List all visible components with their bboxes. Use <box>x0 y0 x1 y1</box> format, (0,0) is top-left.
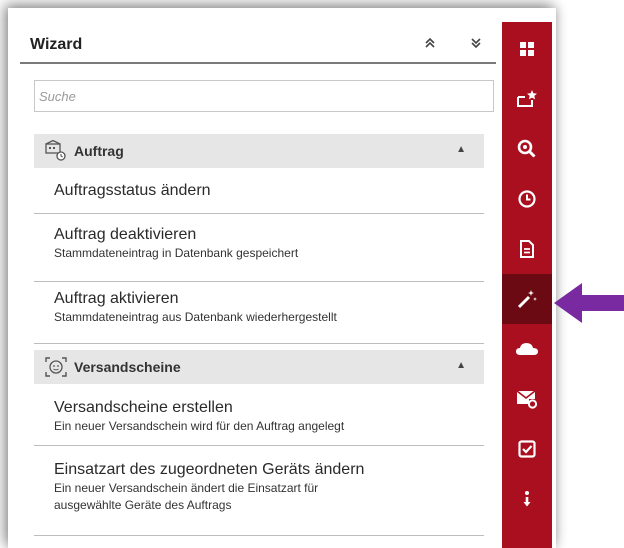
item-subtitle: Stammdateneintrag in Datenbank gespeiche… <box>54 246 299 260</box>
sidebar-item-cloud[interactable] <box>502 324 552 374</box>
sidebar-item-documents[interactable] <box>502 224 552 274</box>
item-subtitle: Ein neuer Versandschein ändert die Einsa… <box>54 481 319 495</box>
double-chevron-up-icon <box>425 37 435 48</box>
wizard-item[interactable]: Versandscheine erstellen Ein neuer Versa… <box>34 384 484 446</box>
document-icon <box>520 240 534 258</box>
sidebar-item-favorites[interactable] <box>502 74 552 124</box>
collapse-all-button[interactable] <box>420 32 440 54</box>
collapse-section-button[interactable]: ▲ <box>456 360 466 371</box>
collapse-section-button[interactable]: ▲ <box>456 144 466 155</box>
history-clock-icon <box>518 190 536 208</box>
item-subtitle: Stammdateneintrag aus Datenbank wiederhe… <box>54 310 337 324</box>
pointer-arrow-icon <box>554 283 624 323</box>
cloud-icon <box>516 343 538 355</box>
sidebar-item-dashboard[interactable] <box>502 24 552 74</box>
item-title: Auftrag aktivieren <box>54 290 179 307</box>
wizard-title: Wizard <box>30 36 83 53</box>
wizard-item[interactable]: Auftrag aktivieren Stammdateneintrag aus… <box>34 282 484 344</box>
favorite-folder-icon <box>517 90 537 107</box>
double-chevron-down-icon <box>471 38 481 49</box>
sidebar-item-tasks[interactable] <box>502 424 552 474</box>
section-header-versandscheine[interactable]: Versandscheine ▲ <box>34 350 484 384</box>
checkbox-icon <box>518 440 536 458</box>
wizard-item[interactable]: Auftragsstatus ändern <box>34 168 484 214</box>
section-header-auftrag[interactable]: Auftrag ▲ <box>34 134 484 168</box>
section-label: Auftrag <box>74 143 124 159</box>
wizard-item[interactable]: Einsatzart des zugeordneten Geräts änder… <box>34 446 484 536</box>
item-title: Auftragsstatus ändern <box>54 182 211 199</box>
item-subtitle-line2: ausgewählte Geräte des Auftrags <box>54 498 232 512</box>
item-subtitle: Ein neuer Versandschein wird für den Auf… <box>54 419 345 433</box>
sidebar <box>502 22 552 548</box>
mail-icon <box>516 390 538 409</box>
item-title: Einsatzart des zugeordneten Geräts änder… <box>54 461 365 478</box>
item-title: Auftrag deaktivieren <box>54 226 197 243</box>
sidebar-item-search[interactable] <box>502 124 552 174</box>
search-input[interactable] <box>34 80 494 112</box>
sidebar-item-history[interactable] <box>502 174 552 224</box>
expand-all-button[interactable] <box>466 32 486 54</box>
section-label: Versandscheine <box>74 359 181 375</box>
more-info-icon <box>523 491 531 507</box>
sidebar-item-more[interactable] <box>502 474 552 524</box>
search-icon <box>517 139 536 158</box>
wizard-header: Wizard <box>20 22 496 64</box>
sidebar-item-mail[interactable] <box>502 374 552 424</box>
dashboard-grid-icon <box>520 42 534 56</box>
order-settings-icon <box>44 140 68 162</box>
sidebar-item-wizard[interactable] <box>502 274 552 324</box>
wizard-item[interactable]: Auftrag deaktivieren Stammdateneintrag i… <box>34 214 484 282</box>
item-title: Versandscheine erstellen <box>54 399 233 416</box>
scan-face-icon <box>44 356 68 378</box>
magic-wand-icon <box>517 290 537 309</box>
